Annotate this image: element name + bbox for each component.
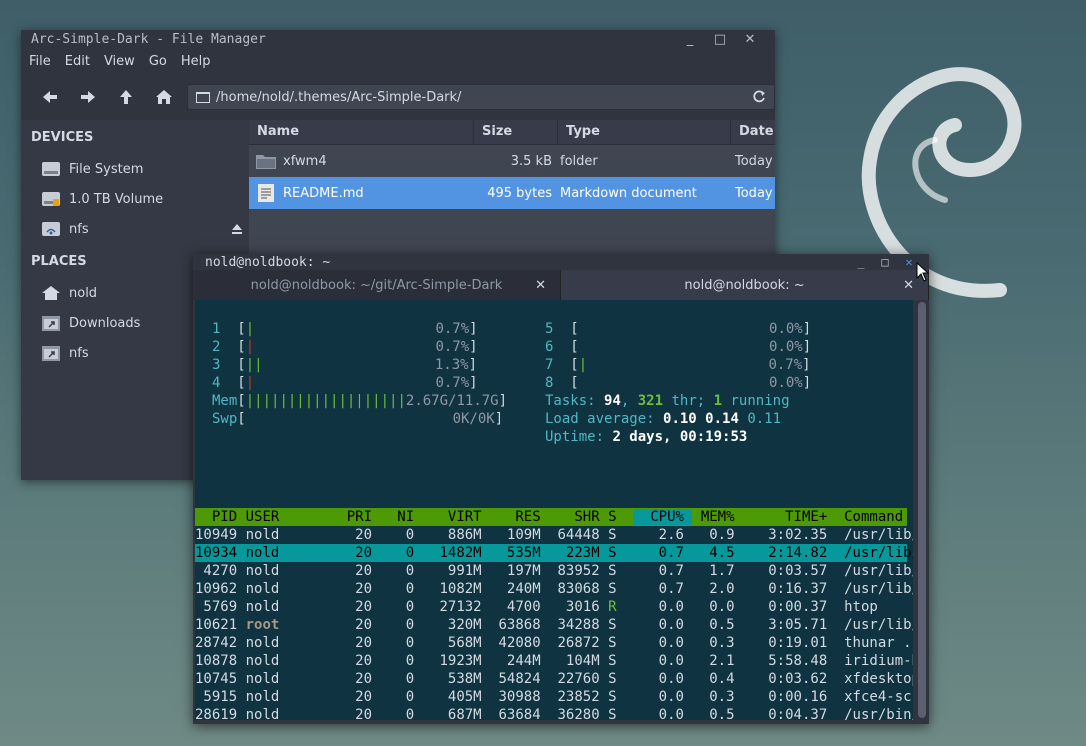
process-row[interactable]: 10962 nold 20 0 1082M 240M 83068 S 0.7 2…	[195, 580, 913, 598]
folder-icon	[256, 155, 276, 169]
fm-menubar: File Edit View Go Help	[21, 48, 775, 74]
arrow-right-icon	[81, 91, 95, 103]
cpu-meter-2: 2 [| 0.7%]	[212, 339, 478, 355]
process-row[interactable]: 4270 nold 20 0 991M 197M 83952 S 0.7 1.7…	[195, 562, 913, 580]
terminal-titlebar[interactable]: nold@noldbook: ~ _ □ ✕	[193, 254, 929, 270]
forward-button[interactable]	[69, 90, 107, 104]
close-icon[interactable]: ✕	[535, 278, 546, 293]
arrow-up-icon	[120, 90, 132, 104]
process-row[interactable]: 5915 nold 20 0 405M 30988 23852 S 0.0 0.…	[195, 688, 913, 706]
back-button[interactable]	[31, 90, 69, 104]
fm-toolbar: /home/nold/.themes/Arc-Simple-Dark/	[21, 74, 775, 120]
process-row[interactable]: 10878 nold 20 0 1923M 244M 104M S 0.0 2.…	[195, 652, 913, 670]
column-header-virt[interactable]: VIRT	[423, 509, 490, 525]
column-header-res[interactable]: RES	[490, 509, 549, 525]
column-header-s[interactable]: S	[608, 509, 633, 525]
fm-close-button[interactable]: ✕	[735, 32, 765, 47]
column-header-ni[interactable]: NI	[380, 509, 422, 525]
folder-icon	[196, 92, 210, 103]
menu-file[interactable]: File	[29, 54, 51, 69]
file-row-xfwm4[interactable]: xfwm4 3.5 kB folder Today	[249, 145, 775, 177]
sidebar-item-filesystem[interactable]: File System	[21, 154, 249, 184]
location-bar[interactable]: /home/nold/.themes/Arc-Simple-Dark/	[187, 84, 775, 110]
text-file-icon	[258, 184, 274, 202]
close-icon[interactable]: ✕	[903, 278, 914, 293]
cpu-meter-1: 1 [| 0.7%]	[212, 321, 478, 337]
column-name[interactable]: Name	[249, 120, 474, 144]
up-button[interactable]	[107, 89, 145, 105]
mem-meter: Mem[|||||||||||||||||||2.67G/11.7G]	[212, 393, 508, 409]
uptime: Uptime: 2 days, 00:19:53	[545, 429, 748, 445]
column-header-cpu[interactable]: CPU%	[633, 509, 693, 525]
terminal-tabs: nold@noldbook: ~/git/Arc-Simple-Dark ✕ n…	[193, 270, 929, 300]
cpu-meter-5: 5 [0.0%]	[545, 321, 812, 337]
mouse-cursor-icon	[916, 262, 930, 282]
process-row[interactable]: 10934 nold 20 0 1482M 535M 223M S 0.7 4.…	[195, 544, 913, 562]
fm-maximize-button[interactable]: □	[705, 32, 735, 47]
column-header-time[interactable]: TIME+	[743, 509, 827, 525]
home-icon	[156, 90, 172, 104]
cpu-meter-7: 7 [| 0.7%]	[545, 357, 811, 373]
column-header-shr[interactable]: SHR	[549, 509, 608, 525]
tasks-summary: Tasks: 94, 321 thr; 1 running	[545, 393, 790, 409]
column-header-mem[interactable]: MEM%	[692, 509, 743, 525]
tab-home[interactable]: nold@noldbook: ~ ✕	[561, 270, 929, 300]
column-header-pri[interactable]: PRI	[288, 509, 381, 525]
process-row[interactable]: 28619 nold 20 0 687M 63684 36280 S 0.0 0…	[195, 706, 913, 720]
cpu-meter-4: 4 [| 0.7%]	[212, 375, 478, 391]
cpu-meter-8: 8 [0.0%]	[545, 375, 812, 391]
load-average: Load average: 0.10 0.14 0.11	[545, 411, 782, 427]
process-row[interactable]: 10745 nold 20 0 538M 54824 22760 S 0.0 0…	[195, 670, 913, 688]
reload-icon[interactable]	[752, 90, 766, 104]
arrow-left-icon	[43, 91, 57, 103]
fm-window-title: Arc-Simple-Dark - File Manager	[31, 31, 266, 47]
column-header-command[interactable]: Command	[827, 509, 913, 525]
process-row[interactable]: 10949 nold 20 0 886M 109M 64448 S 2.6 0.…	[195, 526, 913, 544]
folder-link-icon	[42, 346, 60, 361]
file-list-header: Name Size Type Date	[249, 120, 775, 145]
term-minimize-button[interactable]: _	[849, 255, 873, 269]
process-row[interactable]: 10621 root 20 0 320M 63868 34288 S 0.0 0…	[195, 616, 913, 634]
terminal-title: nold@noldbook: ~	[205, 254, 331, 270]
sidebar-item-volume[interactable]: 1.0 TB Volume	[21, 184, 249, 214]
fm-titlebar[interactable]: Arc-Simple-Dark - File Manager _ □ ✕	[21, 30, 775, 48]
column-date[interactable]: Date	[731, 120, 775, 144]
htop-screen[interactable]: 1 [| 0.7%] 2 [| 0.7%] 3 [|| 1.3%] 4 [| 0.7%]…	[195, 300, 913, 720]
menu-go[interactable]: Go	[149, 54, 167, 69]
drive-icon	[42, 162, 60, 176]
column-header-user[interactable]: USER	[237, 509, 288, 525]
devices-header: DEVICES	[31, 130, 94, 145]
usb-drive-icon	[42, 192, 60, 206]
file-row-readme[interactable]: README.md 495 bytes Markdown document To…	[249, 177, 775, 209]
terminal-scrollbar[interactable]	[918, 302, 926, 718]
network-drive-icon	[42, 222, 60, 236]
menu-edit[interactable]: Edit	[65, 54, 90, 69]
fm-minimize-button[interactable]: _	[675, 32, 705, 47]
menu-view[interactable]: View	[104, 54, 135, 69]
swp-meter: Swp[0K/0K]	[212, 411, 504, 427]
home-button[interactable]	[145, 89, 183, 105]
process-row[interactable]: 28742 nold 20 0 568M 42080 26872 S 0.0 0…	[195, 634, 912, 652]
process-row[interactable]: 5769 nold 20 0 27132 4700 3016 R 0.0 0.0…	[195, 598, 907, 616]
term-maximize-button[interactable]: □	[873, 255, 897, 269]
tab-arc-simple-dark[interactable]: nold@noldbook: ~/git/Arc-Simple-Dark ✕	[193, 270, 561, 300]
column-type[interactable]: Type	[558, 120, 731, 144]
sidebar-item-nfs-device[interactable]: nfs	[21, 214, 249, 244]
location-path: /home/nold/.themes/Arc-Simple-Dark/	[216, 89, 462, 105]
column-size[interactable]: Size	[474, 120, 558, 144]
folder-link-icon	[42, 316, 60, 331]
cpu-meter-3: 3 [|| 1.3%]	[212, 357, 478, 373]
terminal-window: nold@noldbook: ~ _ □ ✕ nold@noldbook: ~/…	[193, 254, 929, 724]
home-icon	[42, 286, 60, 300]
eject-icon[interactable]	[231, 223, 243, 235]
cpu-meter-6: 6 [0.0%]	[545, 339, 812, 355]
process-table-header[interactable]: PID USER PRI NI VIRT RES SHR S CPU% MEM%…	[195, 508, 907, 526]
menu-help[interactable]: Help	[181, 54, 211, 69]
column-header-pid[interactable]: PID	[195, 509, 237, 525]
